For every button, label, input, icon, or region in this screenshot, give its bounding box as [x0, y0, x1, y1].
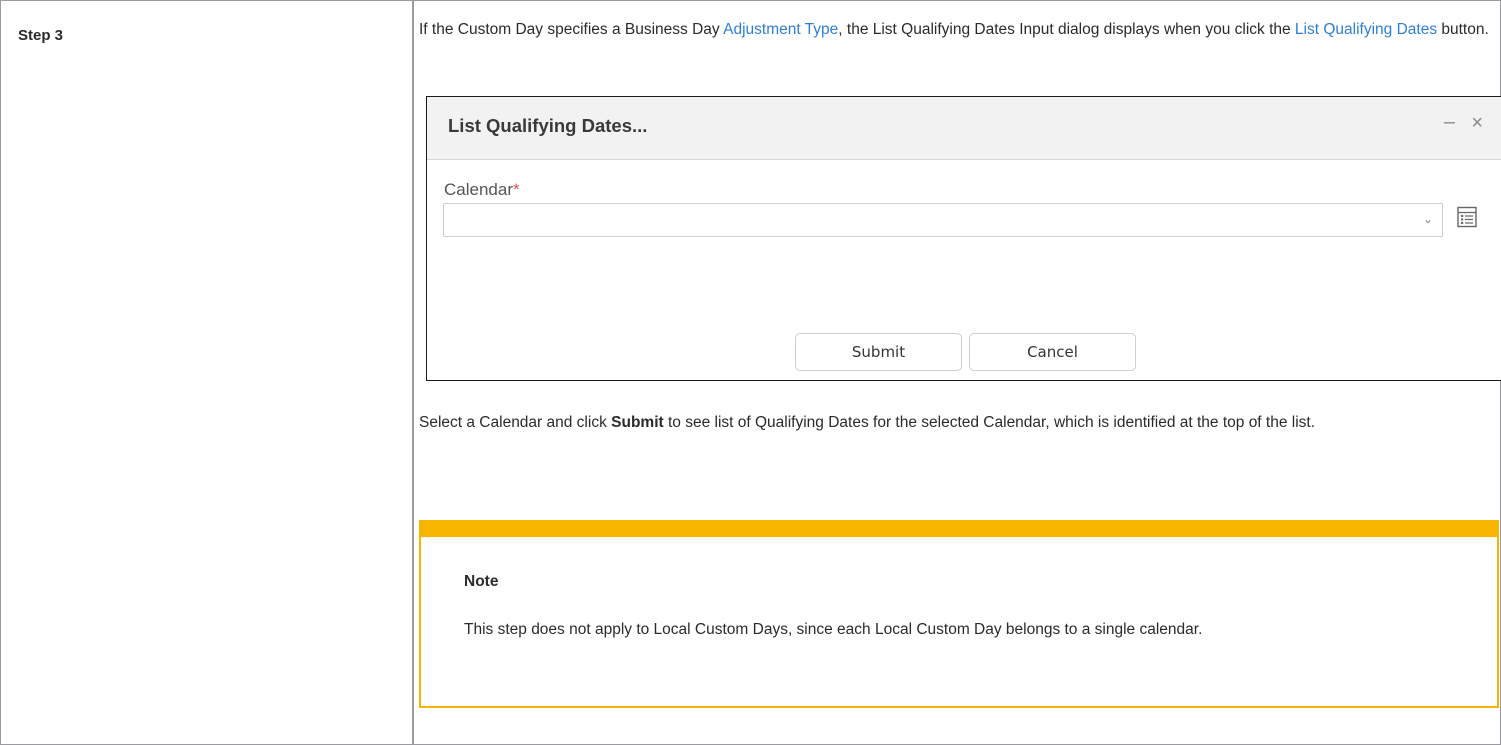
intro-text-1: If the Custom Day specifies a Business D… [419, 21, 724, 38]
note-title: Note [464, 573, 499, 590]
submit-button[interactable]: Submit [795, 333, 962, 371]
dialog-title: List Qualifying Dates... [448, 115, 648, 136]
note-body: This step does not apply to Local Custom… [464, 621, 1203, 638]
minimize-icon[interactable]: – [1444, 111, 1455, 134]
note-box: Note This step does not apply to Local C… [419, 520, 1499, 708]
cancel-button[interactable]: Cancel [969, 333, 1136, 371]
adjustment-type-link[interactable]: Adjustment Type [723, 21, 838, 38]
dialog-header: List Qualifying Dates... – × [427, 97, 1501, 160]
calendar-label-text: Calendar [444, 180, 513, 199]
chevron-down-icon[interactable]: ⌄ [1423, 212, 1433, 226]
calendar-label: Calendar* [444, 180, 520, 200]
instruction-paragraph: Select a Calendar and click Submit to se… [419, 411, 1494, 435]
step-cell: Step 3 [1, 1, 414, 744]
list-qualifying-dates-link[interactable]: List Qualifying Dates [1295, 21, 1437, 38]
required-mark: * [513, 180, 520, 199]
instruction-text-1: Select a Calendar and click [419, 414, 612, 431]
intro-paragraph: If the Custom Day specifies a Business D… [419, 18, 1494, 41]
intro-text-3: button. [1437, 21, 1489, 38]
intro-text-2: , the List Qualifying Dates Input dialog… [838, 21, 1295, 38]
list-qualifying-dates-dialog: List Qualifying Dates... – × Calendar* ⌄… [426, 96, 1501, 381]
instruction-text-2: to see list of Qualifying Dates for the … [663, 414, 1316, 431]
step-label: Step 3 [18, 27, 64, 44]
step-content: If the Custom Day specifies a Business D… [414, 1, 1501, 744]
list-icon[interactable] [1457, 206, 1477, 228]
close-icon[interactable]: × [1471, 112, 1483, 135]
calendar-select[interactable]: ⌄ [443, 203, 1443, 237]
step-table: Step 3 If the Custom Day specifies a Bus… [0, 0, 1501, 745]
instruction-bold: Submit [611, 414, 664, 431]
